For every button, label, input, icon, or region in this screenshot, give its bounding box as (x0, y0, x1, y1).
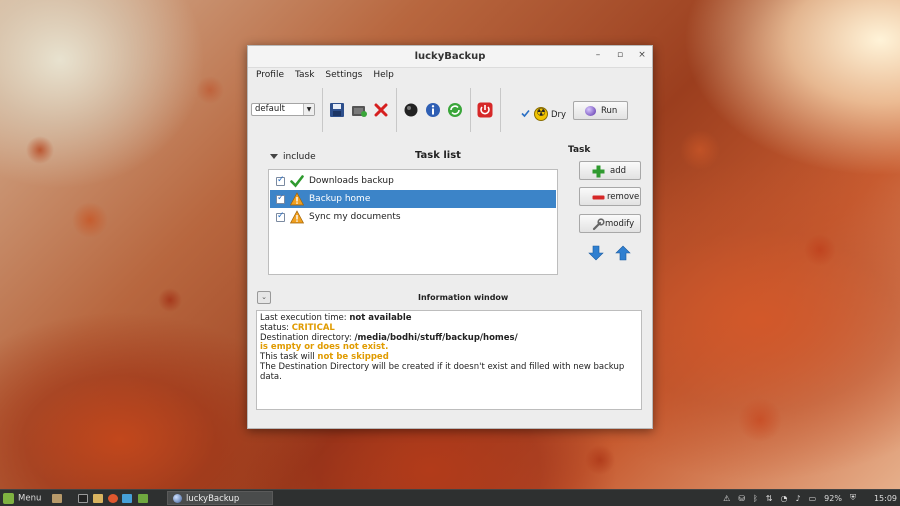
clock[interactable]: 15:09 (874, 494, 897, 503)
info-skip-status: not be skipped (317, 352, 389, 363)
modify-task-button[interactable]: modify (579, 214, 641, 233)
menubar: Profile Task Settings Help (256, 70, 394, 80)
info-value: not available (349, 313, 412, 323)
remove-task-label: remove (607, 192, 640, 202)
include-label: include (283, 152, 316, 162)
info-line: The Destination Directory will be create… (260, 361, 625, 382)
warning-icon (290, 210, 304, 224)
toolbar-separator (322, 88, 323, 132)
task-row[interactable]: Sync my documents (270, 208, 556, 226)
taskbar-task-label: luckyBackup (186, 494, 240, 504)
status-critical: CRITICAL (291, 322, 335, 333)
move-down-icon[interactable] (588, 245, 604, 261)
wrench-icon (592, 218, 605, 231)
shield-icon[interactable]: ⛨ (850, 493, 856, 503)
wifi-icon[interactable]: ◔ (781, 494, 788, 503)
add-task-label: add (610, 166, 626, 176)
save-icon[interactable] (329, 102, 345, 118)
menu-task[interactable]: Task (295, 70, 314, 80)
bluetooth-icon[interactable]: ᛒ (753, 494, 758, 503)
battery-icon[interactable]: ▭ (809, 494, 817, 503)
maximize-button[interactable]: ▫ (616, 50, 624, 60)
firefox-icon[interactable] (108, 494, 118, 503)
menu-settings[interactable]: Settings (325, 70, 362, 80)
information-window: Last execution time: not available statu… (256, 310, 642, 410)
dry-run-label: Dry (551, 110, 567, 120)
minimize-button[interactable]: – (594, 50, 602, 60)
volume-icon[interactable]: ♪ (795, 494, 800, 503)
titlebar[interactable]: luckyBackup – ▫ × (248, 46, 652, 68)
run-icon (585, 106, 596, 116)
sort-arrow-icon (270, 154, 278, 159)
include-header[interactable]: include (270, 152, 316, 162)
minus-icon (592, 195, 605, 200)
radiation-icon (534, 106, 548, 121)
warning-icon (290, 192, 304, 206)
chevron-down-icon: ▼ (303, 104, 314, 115)
info-label: This task will (260, 352, 318, 363)
delete-profile-icon[interactable] (373, 102, 389, 118)
task-list[interactable]: Downloads backup Backup home Sync my doc… (268, 169, 558, 275)
toolbar: default ▼ ☢ Dry Run (248, 88, 652, 132)
info-label: status: (260, 322, 292, 333)
files-icon[interactable] (93, 494, 103, 503)
task-list-title: Task list (415, 150, 461, 161)
modify-task-label: modify (605, 219, 635, 229)
run-button[interactable]: Run (573, 101, 628, 120)
new-profile-icon[interactable] (351, 102, 367, 118)
task-label: Sync my documents (309, 212, 401, 222)
menu-profile[interactable]: Profile (256, 70, 284, 80)
task-include-checkbox[interactable] (276, 175, 285, 186)
collapse-info-icon[interactable]: ⌄ (257, 291, 271, 304)
task-label: Backup home (309, 194, 371, 204)
task-label: Downloads backup (309, 176, 394, 186)
terminal-icon[interactable] (78, 494, 88, 503)
start-menu-button[interactable]: Menu (3, 493, 41, 504)
info-icon[interactable] (425, 102, 441, 118)
info-label: Last execution time: (260, 313, 350, 323)
close-button[interactable]: × (638, 50, 646, 60)
show-desktop-icon[interactable] (52, 494, 62, 503)
run-button-label: Run (601, 106, 618, 116)
luckybackup-window: luckyBackup – ▫ × Profile Task Settings … (247, 45, 653, 429)
info-window-title: Information window (418, 293, 509, 302)
start-menu-label: Menu (18, 493, 42, 504)
battery-level: 92% (824, 493, 842, 503)
toolbar-separator (470, 88, 471, 132)
luckybackup-icon (173, 494, 182, 503)
move-up-icon[interactable] (615, 245, 631, 261)
menu-help[interactable]: Help (373, 70, 394, 80)
window-title: luckyBackup (414, 51, 486, 62)
task-row-selected[interactable]: Backup home (270, 190, 556, 208)
dry-run-checkbox[interactable] (521, 109, 530, 118)
schedule-icon[interactable] (403, 102, 419, 118)
task-include-checkbox[interactable] (276, 211, 285, 222)
destination-path: /media/bodhi/stuff/backup/homes/ (354, 332, 518, 343)
toolbar-separator (500, 88, 501, 132)
toolbar-separator (396, 88, 397, 132)
task-row[interactable]: Downloads backup (270, 172, 556, 190)
info-label: Destination directory: (260, 332, 355, 343)
taskbar-luckybackup[interactable]: luckyBackup (167, 491, 273, 505)
profile-select-value: default (255, 104, 285, 114)
plus-icon (592, 165, 605, 178)
notifications-icon[interactable]: ⚠ (723, 494, 730, 503)
power-icon[interactable] (477, 102, 493, 118)
task-include-checkbox[interactable] (276, 193, 285, 204)
app-launcher-icon[interactable] (138, 494, 148, 503)
taskbar: Menu luckyBackup ⚠ ⛁ ᛒ ⇅ ◔ ♪ ▭ 92% ⛨ 15:… (0, 489, 900, 506)
remove-task-button[interactable]: remove (579, 187, 641, 206)
virtualbox-icon[interactable] (122, 494, 132, 503)
mint-logo-icon (3, 493, 14, 504)
task-panel-title: Task (568, 145, 591, 155)
system-tray: ⚠ ⛁ ᛒ ⇅ ◔ ♪ ▭ 92% ⛨ 15:09 (723, 493, 897, 503)
network-icon[interactable]: ⇅ (766, 494, 773, 503)
profile-select[interactable]: default ▼ (251, 103, 315, 116)
check-icon (290, 175, 304, 188)
add-task-button[interactable]: add (579, 161, 641, 180)
keyring-icon[interactable]: ⛁ (738, 494, 745, 503)
sync-icon[interactable] (447, 102, 463, 118)
